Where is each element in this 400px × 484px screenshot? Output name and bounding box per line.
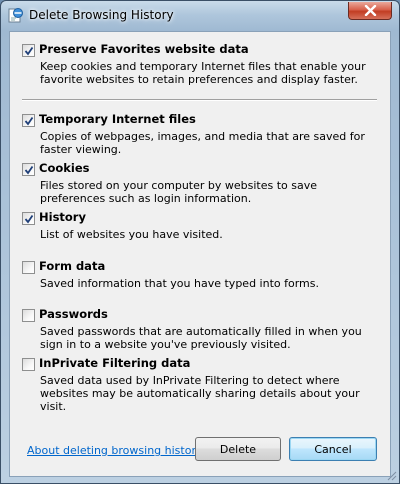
- internet-explorer-icon: [8, 8, 23, 23]
- cookies-checkbox[interactable]: [22, 163, 35, 176]
- delete-button[interactable]: Delete: [195, 437, 281, 461]
- preserve-favorites-checkbox[interactable]: [22, 44, 35, 57]
- option-title[interactable]: Form data: [39, 259, 105, 273]
- close-icon: [364, 5, 377, 16]
- close-button[interactable]: [348, 2, 392, 20]
- option-description: Copies of webpages, images, and media th…: [40, 130, 365, 156]
- separator: [22, 99, 377, 101]
- resize-grip-icon[interactable]: [385, 469, 397, 481]
- option-description: Saved data used by InPrivate Filtering t…: [40, 374, 360, 413]
- history-checkbox[interactable]: [22, 212, 35, 225]
- cancel-button[interactable]: Cancel: [289, 437, 377, 461]
- option-title[interactable]: Preserve Favorites website data: [39, 42, 249, 56]
- delete-browsing-history-dialog: Delete Browsing History Preserve Favorit…: [0, 0, 400, 484]
- option-description: Keep cookies and temporary Internet file…: [40, 60, 366, 86]
- passwords-checkbox[interactable]: [22, 309, 35, 322]
- option-description: Saved passwords that are automatically f…: [40, 325, 362, 351]
- option-description: Saved information that you have typed in…: [40, 277, 319, 290]
- option-title[interactable]: Cookies: [39, 161, 89, 175]
- temporary-internet-files-checkbox[interactable]: [22, 114, 35, 127]
- option-description: Files stored on your computer by website…: [40, 179, 318, 205]
- checkmark-icon: [24, 214, 34, 224]
- dialog-body: Preserve Favorites website data Keep coo…: [9, 31, 391, 477]
- option-title[interactable]: Passwords: [39, 307, 108, 321]
- option-title[interactable]: Temporary Internet files: [39, 112, 196, 126]
- about-deleting-browsing-history-link[interactable]: About deleting browsing history: [27, 444, 202, 457]
- form-data-checkbox[interactable]: [22, 261, 35, 274]
- checkmark-icon: [24, 116, 34, 126]
- checkmark-icon: [24, 46, 34, 56]
- title-bar[interactable]: Delete Browsing History: [1, 1, 399, 31]
- inprivate-filtering-data-checkbox[interactable]: [22, 358, 35, 371]
- option-description: List of websites you have visited.: [40, 228, 223, 241]
- option-title[interactable]: InPrivate Filtering data: [39, 356, 190, 370]
- option-title[interactable]: History: [39, 210, 86, 224]
- window-title: Delete Browsing History: [29, 8, 174, 22]
- checkmark-icon: [24, 165, 34, 175]
